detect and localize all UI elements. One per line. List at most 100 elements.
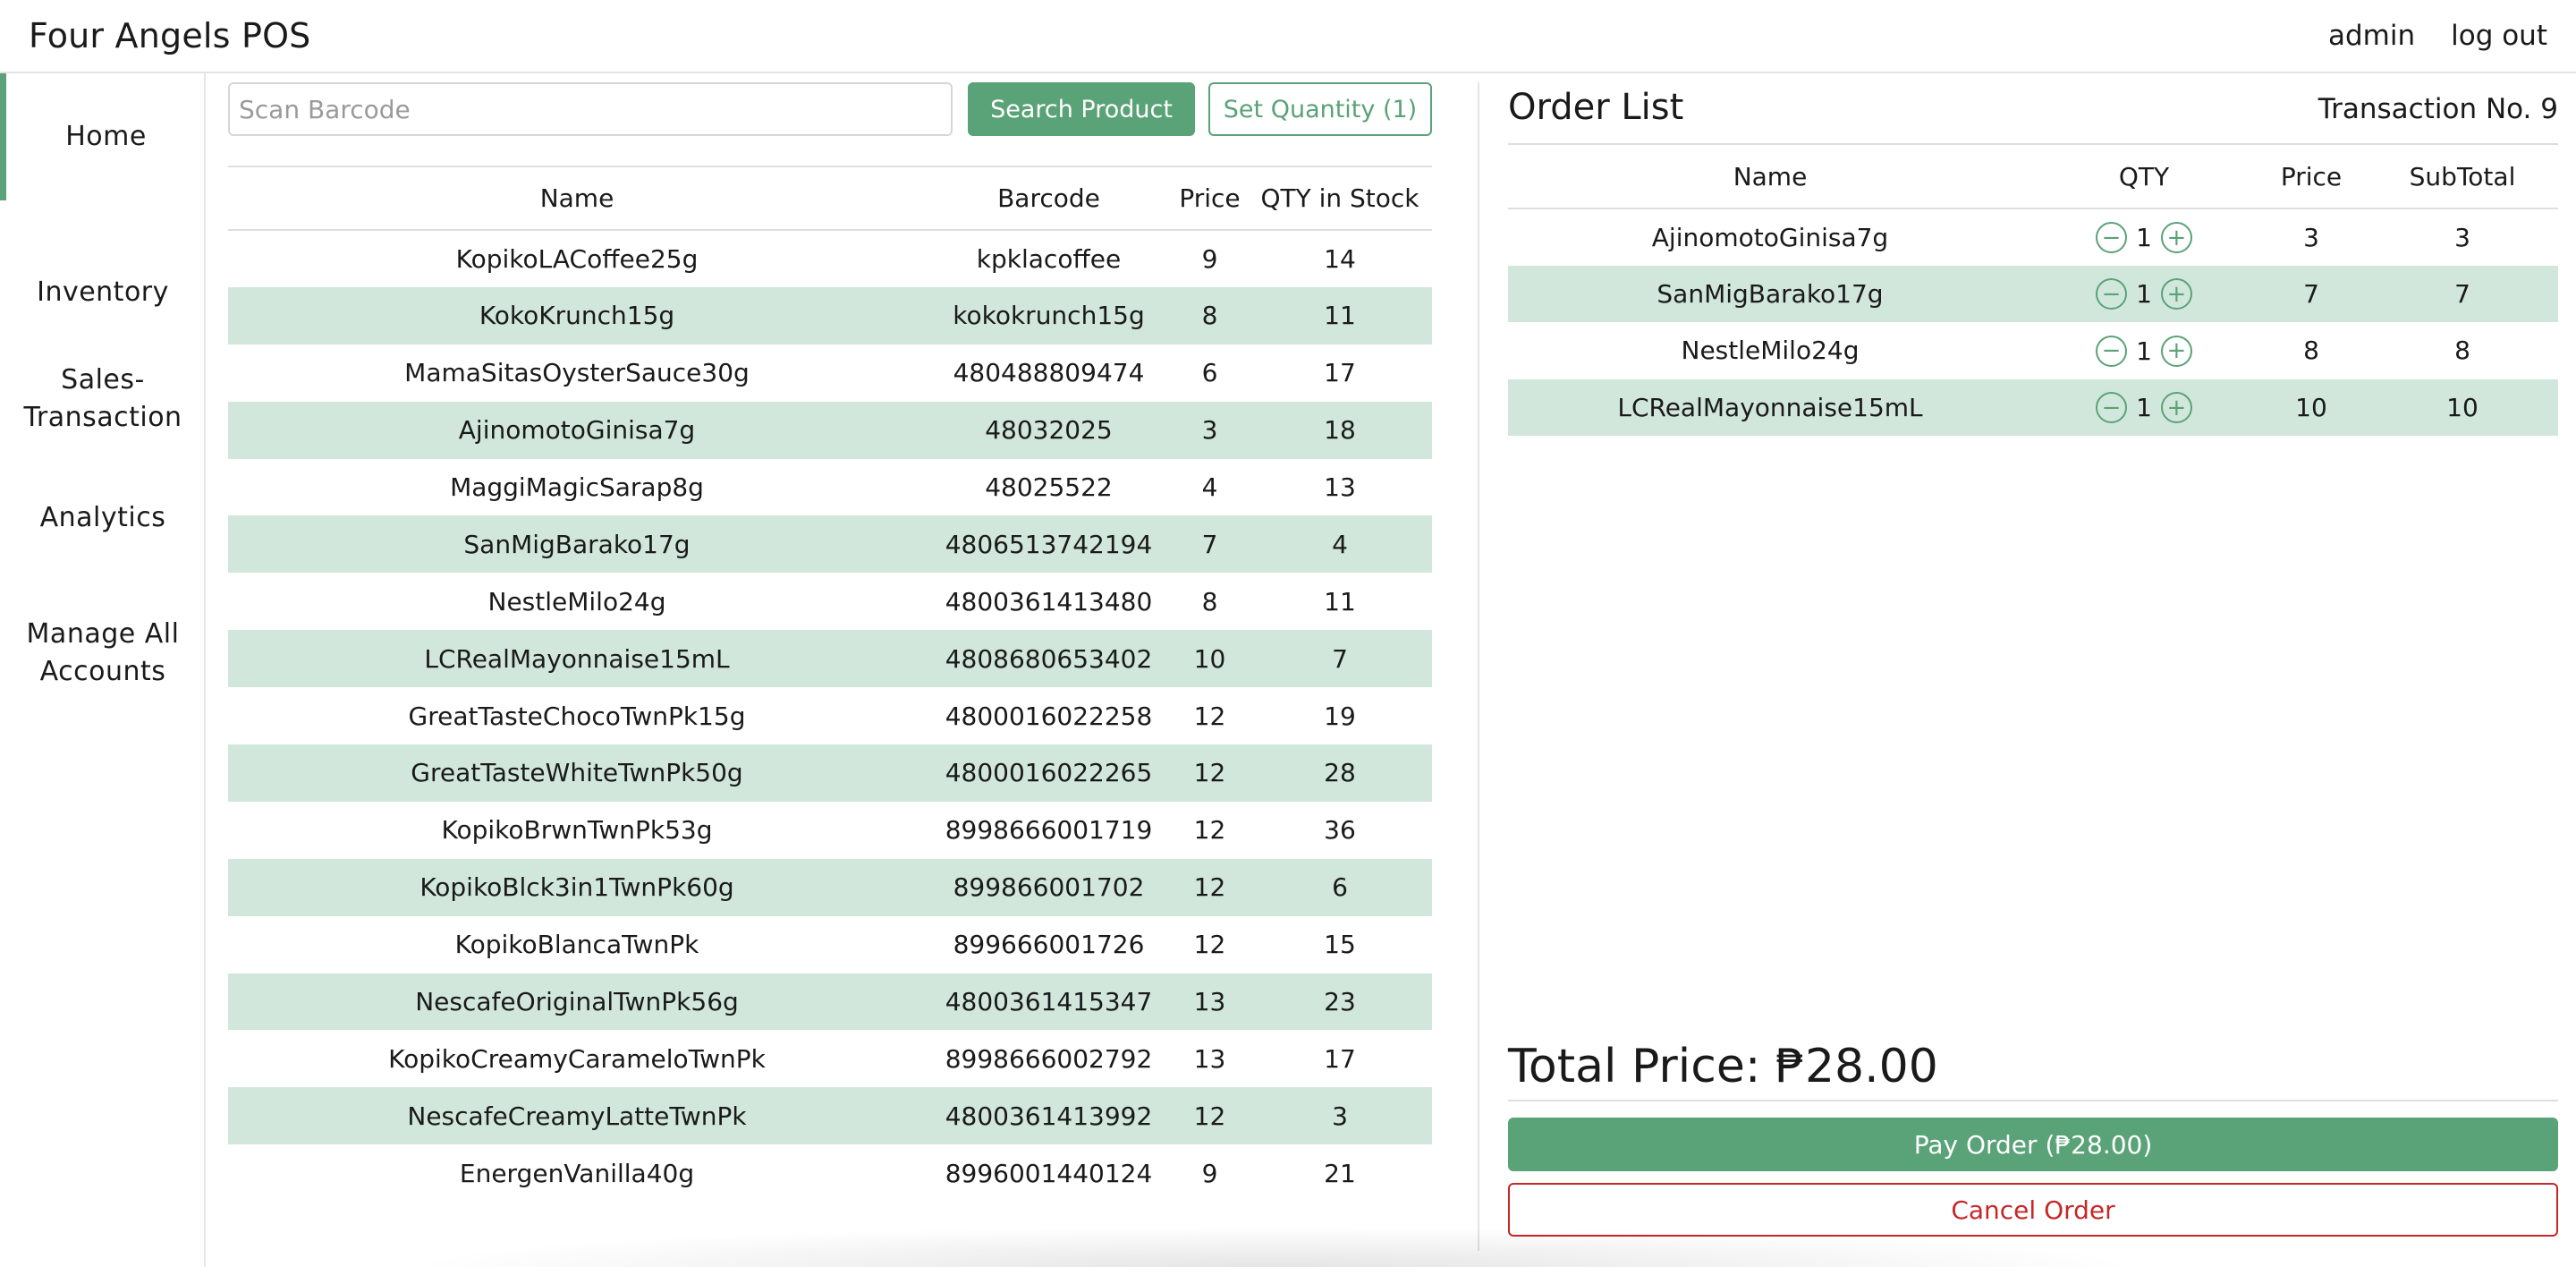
table-row[interactable]: AjinomotoGinisa7g 48032025 3 18: [228, 401, 1432, 459]
plus-circle-icon[interactable]: +: [2160, 278, 2192, 310]
table-row[interactable]: MaggiMagicSarap8g 48025522 4 13: [228, 459, 1432, 516]
order-row: AjinomotoGinisa7g −1 +3 3: [1508, 208, 2558, 266]
order-item-name: AjinomotoGinisa7g: [1651, 222, 1889, 252]
cell-price: 6: [1201, 358, 1218, 388]
cell-barcode: 4800016022265: [945, 758, 1153, 788]
order-item-name: SanMigBarako17g: [1657, 278, 1884, 309]
table-row[interactable]: LCRealMayonnaise15mL 4808680653402 10 7: [228, 630, 1432, 688]
inventory-table: Name Barcode Price QTY in Stock KopikoLA…: [228, 166, 1432, 1202]
table-row[interactable]: KopikoBrwnTwnPk53g 8998666001719 12 36: [228, 802, 1432, 859]
cell-price: 8: [1201, 301, 1218, 331]
cell-name: NestleMilo24g: [487, 586, 666, 616]
cell-qty-in-stock: 13: [1324, 472, 1356, 502]
sidebar-item-manage-accounts[interactable]: Manage All Accounts: [0, 607, 206, 700]
search-product-button[interactable]: Search Product: [968, 82, 1195, 136]
cell-qty-in-stock: 36: [1324, 815, 1356, 846]
user-name-link[interactable]: admin: [2328, 20, 2415, 52]
sidebar-item-analytics[interactable]: Analytics: [0, 499, 206, 537]
cell-name: LCRealMayonnaise15mL: [424, 643, 730, 674]
table-row[interactable]: KopikoBlck3in1TwnPk60g 899866001702 12 6: [228, 858, 1432, 916]
table-row[interactable]: NestleMilo24g 4800361413480 8 11: [228, 573, 1432, 630]
order-item-qty-cell: −1 +: [2032, 379, 2256, 437]
column-header-name[interactable]: Name: [228, 166, 926, 230]
sidebar-item-label: Home: [65, 121, 147, 152]
order-item-price: 3: [2303, 222, 2319, 252]
cell-price: 7: [1201, 529, 1218, 559]
order-panel: Order List Transaction No. 9 Name QTY Pr…: [1508, 73, 2558, 1267]
cancel-order-button[interactable]: Cancel Order: [1508, 1183, 2558, 1237]
column-header-barcode[interactable]: Barcode: [926, 166, 1172, 230]
app-title: Four Angels POS: [29, 16, 311, 55]
cell-price: 9: [1201, 243, 1218, 274]
divider: [1508, 1100, 2558, 1101]
minus-circle-icon[interactable]: −: [2096, 335, 2128, 367]
table-header-row: Name Barcode Price QTY in Stock: [228, 166, 1432, 230]
sidebar: Home Inventory Sales- Transaction Analyt…: [0, 73, 206, 1267]
quantity-value: 1: [2136, 336, 2152, 366]
cell-price: 12: [1193, 1101, 1226, 1131]
order-item-subtotal: 8: [2454, 336, 2470, 366]
top-bar: Four Angels POS admin log out: [0, 0, 2576, 73]
scan-barcode-input[interactable]: [228, 82, 953, 136]
cell-barcode: 480488809474: [953, 358, 1145, 388]
order-row: NestleMilo24g −1 +8 8: [1508, 322, 2558, 379]
cell-name: MamaSitasOysterSauce30g: [404, 358, 750, 388]
order-row: SanMigBarako17g −1 +7 7: [1508, 265, 2558, 322]
column-header-qty: QTY: [2118, 161, 2170, 191]
table-row[interactable]: KopikoCreamyCarameloTwnPk 8998666002792 13…: [228, 1030, 1432, 1087]
cell-price: 13: [1193, 1043, 1226, 1074]
plus-circle-icon[interactable]: +: [2160, 392, 2192, 423]
sidebar-item-sales-transaction[interactable]: Sales- Transaction: [0, 353, 206, 446]
table-row[interactable]: NescafeCreamyLatteTwnPk 4800361413992 12 3: [228, 1087, 1432, 1145]
sidebar-item-home[interactable]: Home: [0, 73, 206, 200]
order-item-qty-cell: −1 +: [2032, 208, 2256, 266]
pay-order-button[interactable]: Pay Order (₱28.00): [1508, 1118, 2558, 1171]
cell-qty-in-stock: 17: [1324, 1043, 1356, 1074]
cell-name: KopikoBlck3in1TwnPk60g: [419, 872, 734, 903]
cell-qty-in-stock: 15: [1324, 930, 1356, 960]
user-menu: admin log out: [2328, 20, 2547, 52]
minus-circle-icon[interactable]: −: [2096, 222, 2128, 253]
sidebar-item-label: Manage All Accounts: [26, 618, 180, 687]
cell-price: 9: [1201, 1158, 1218, 1188]
set-quantity-button[interactable]: Set Quantity (1): [1208, 82, 1432, 136]
table-row[interactable]: GreatTasteChocoTwnPk15g 4800016022258 12 19: [228, 687, 1432, 744]
table-row[interactable]: MamaSitasOysterSauce30g 480488809474 6 17: [228, 344, 1432, 402]
cell-price: 10: [1193, 643, 1226, 674]
cell-qty-in-stock: 21: [1324, 1158, 1356, 1188]
cell-price: 4: [1201, 472, 1218, 502]
plus-circle-icon[interactable]: +: [2160, 222, 2192, 253]
table-row[interactable]: KopikoLACoffee25g kpklacoffee 9 14: [228, 230, 1432, 287]
cell-price: 12: [1193, 815, 1226, 846]
cell-price: 12: [1193, 758, 1226, 788]
cell-name: NescafeCreamyLatteTwnPk: [407, 1101, 747, 1131]
table-row[interactable]: KopikoBlancaTwnPk 899666001726 12 15: [228, 916, 1432, 974]
quantity-stepper: −1 +: [2096, 335, 2192, 367]
order-item-name: LCRealMayonnaise15mL: [1617, 392, 1923, 422]
cell-barcode: 4800361415347: [945, 987, 1153, 1017]
order-item-qty-cell: −1 +: [2032, 322, 2256, 379]
table-row[interactable]: SanMigBarako17g 4806513742194 7 4: [228, 515, 1432, 574]
plus-circle-icon[interactable]: +: [2160, 335, 2192, 367]
column-header-price[interactable]: Price: [1172, 166, 1248, 230]
order-table: Name QTY Price SubTotal AjinomotoGinisa7…: [1508, 143, 2558, 436]
column-header-qty-in-stock[interactable]: QTY in Stock: [1248, 166, 1432, 230]
minus-circle-icon[interactable]: −: [2096, 392, 2128, 423]
table-row[interactable]: NescafeOriginalTwnPk56g 4800361415347 13 23: [228, 973, 1432, 1031]
cell-qty-in-stock: 3: [1332, 1101, 1348, 1131]
order-item-price: 8: [2303, 336, 2319, 366]
cell-name: AjinomotoGinisa7g: [458, 415, 696, 446]
cell-price: 12: [1193, 872, 1226, 903]
table-row[interactable]: EnergenVanilla40g 8996001440124 9 21: [228, 1144, 1432, 1202]
minus-circle-icon[interactable]: −: [2096, 278, 2128, 310]
column-header-price: Price: [2280, 161, 2343, 191]
cell-name: KopikoCreamyCarameloTwnPk: [388, 1043, 766, 1074]
order-row: LCRealMayonnaise15mL −1 +10 10: [1508, 378, 2558, 437]
quantity-value: 1: [2136, 279, 2152, 309]
logout-link[interactable]: log out: [2451, 20, 2547, 52]
sidebar-item-inventory[interactable]: Inventory: [0, 274, 206, 311]
table-row[interactable]: GreatTasteWhiteTwnPk50g 4800016022265 12 28: [228, 744, 1432, 802]
cell-barcode: 4806513742194: [945, 529, 1153, 559]
table-row[interactable]: KokoKrunch15g kokokrunch15g 8 11: [228, 286, 1432, 344]
cell-barcode: 8998666002792: [945, 1043, 1153, 1074]
